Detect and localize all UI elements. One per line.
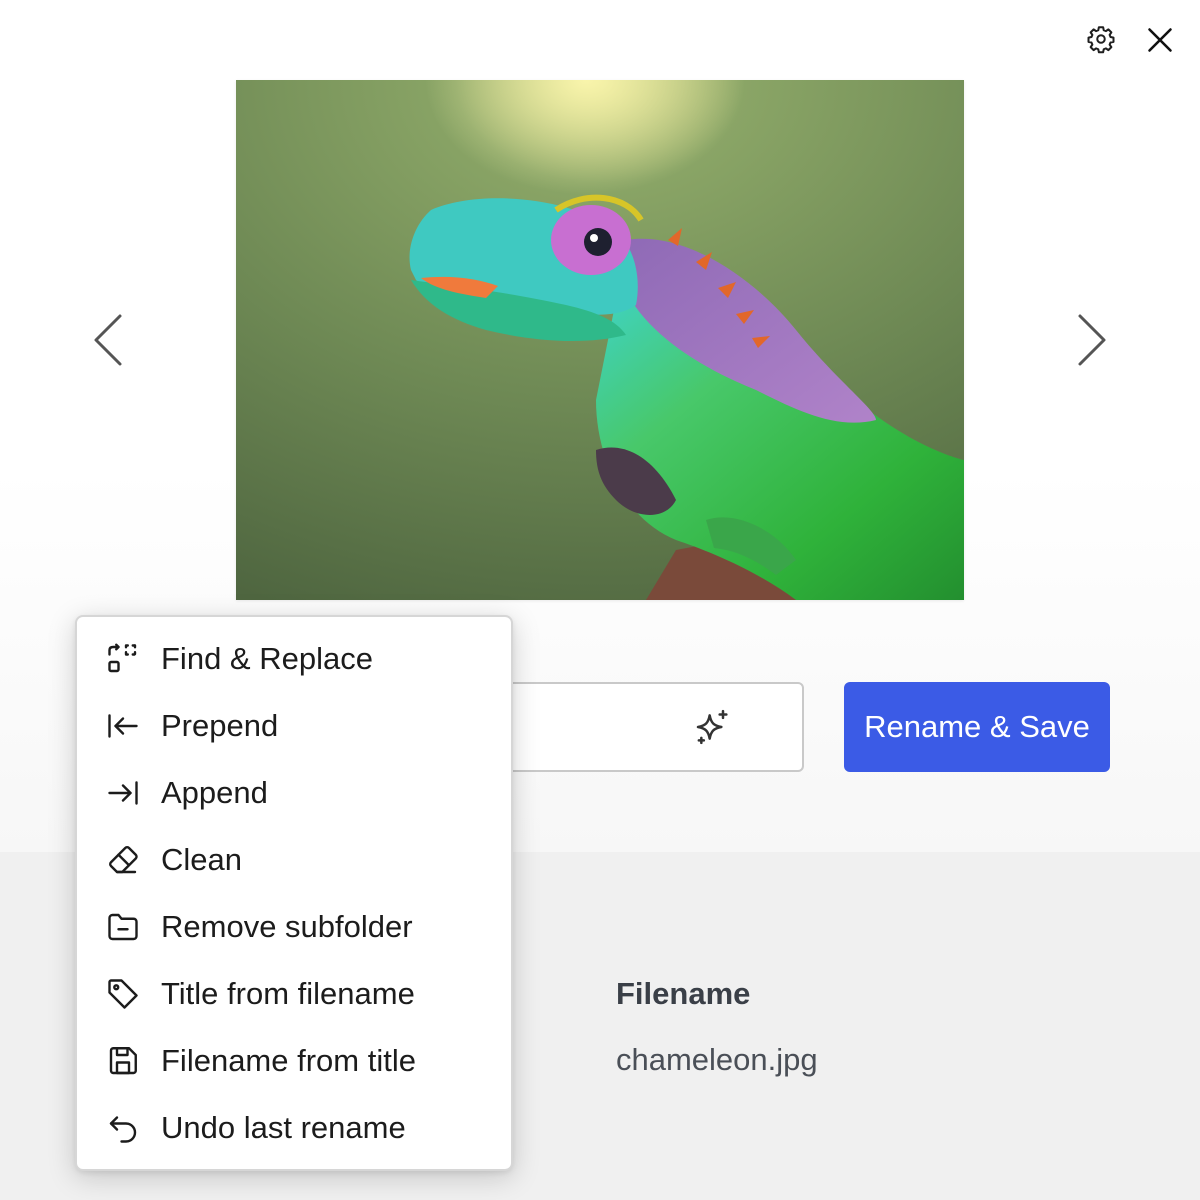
menu-item-label: Clean xyxy=(161,841,242,877)
menu-item-remove-subfolder[interactable]: Remove subfolder xyxy=(77,893,511,960)
folder-minus-icon xyxy=(105,909,141,945)
menu-item-undo-last-rename[interactable]: Undo last rename xyxy=(77,1094,511,1161)
undo-icon xyxy=(105,1110,141,1146)
menu-item-find-replace[interactable]: Find & Replace xyxy=(77,625,511,692)
gear-icon xyxy=(1087,26,1115,54)
rename-dialog: Rename & Save on Filename chameleon.jpg … xyxy=(0,0,1200,1200)
rename-save-button[interactable]: Rename & Save xyxy=(844,682,1110,772)
menu-item-clean[interactable]: Clean xyxy=(77,826,511,893)
chevron-right-icon xyxy=(1078,314,1106,366)
sparkle-icon xyxy=(696,709,728,745)
menu-item-label: Find & Replace xyxy=(161,640,373,676)
find-replace-icon xyxy=(105,641,141,677)
close-icon xyxy=(1148,28,1172,52)
tag-icon xyxy=(105,976,141,1012)
filename-value: chameleon.jpg xyxy=(616,1042,818,1077)
chevron-left-icon xyxy=(94,314,122,366)
arrow-left-to-line-icon xyxy=(105,708,141,744)
lizard-photo xyxy=(236,80,964,600)
image-preview xyxy=(236,80,964,600)
menu-item-append[interactable]: Append xyxy=(77,759,511,826)
filename-label: Filename xyxy=(616,976,751,1011)
eraser-icon xyxy=(105,842,141,878)
arrow-right-to-line-icon xyxy=(105,775,141,811)
menu-item-label: Prepend xyxy=(161,707,279,743)
next-image-button[interactable] xyxy=(1068,304,1116,376)
menu-item-label: Title from filename xyxy=(161,975,415,1011)
menu-item-label: Undo last rename xyxy=(161,1109,406,1145)
menu-item-label: Remove subfolder xyxy=(161,908,413,944)
close-button[interactable] xyxy=(1140,20,1180,60)
rename-actions-menu: Find & Replace Prepend Append Clean Remo… xyxy=(75,615,513,1171)
menu-item-label: Filename from title xyxy=(161,1042,416,1078)
settings-button[interactable] xyxy=(1082,20,1120,58)
previous-image-button[interactable] xyxy=(84,304,132,376)
menu-item-label: Append xyxy=(161,774,268,810)
save-icon xyxy=(105,1043,141,1079)
ai-suggest-button[interactable] xyxy=(690,704,736,750)
menu-item-prepend[interactable]: Prepend xyxy=(77,692,511,759)
menu-item-title-from-filename[interactable]: Title from filename xyxy=(77,960,511,1027)
menu-item-filename-from-title[interactable]: Filename from title xyxy=(77,1027,511,1094)
